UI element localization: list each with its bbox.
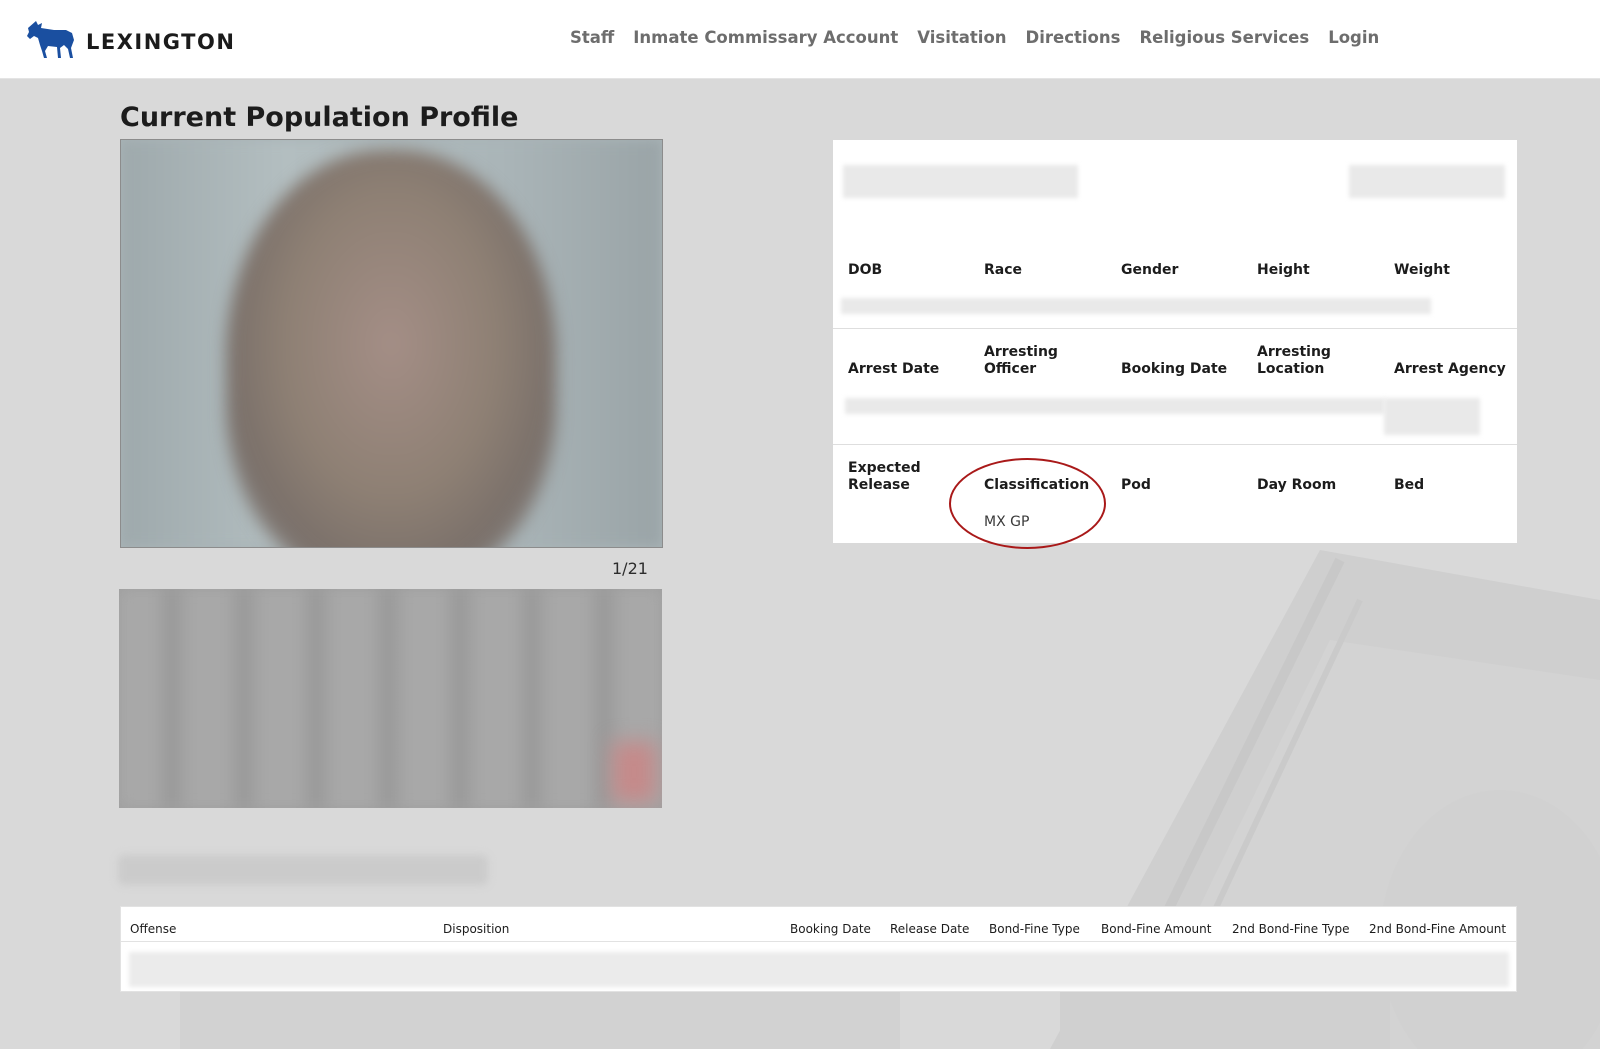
blurred-thumbnails — [119, 589, 662, 808]
nav-staff[interactable]: Staff — [570, 28, 614, 47]
nav-religious-services[interactable]: Religious Services — [1139, 28, 1309, 47]
row-divider — [833, 444, 1517, 445]
header-arrest-agency: Arrest Agency — [1394, 361, 1506, 377]
col-2nd-bond-fine-amount: 2nd Bond-Fine Amount — [1369, 922, 1507, 936]
nav-inmate-commissary-account[interactable]: Inmate Commissary Account — [633, 28, 898, 47]
blurred-thumbnail-accent — [612, 742, 656, 802]
redacted-name — [118, 855, 488, 885]
blurred-face — [226, 150, 556, 547]
header-arresting-officer: Arresting Officer — [984, 344, 1058, 377]
inmate-photo[interactable] — [120, 139, 663, 548]
col-bond-fine-amount: Bond-Fine Amount — [1101, 922, 1212, 936]
header-dob: DOB — [848, 262, 883, 278]
nav-login[interactable]: Login — [1328, 28, 1379, 47]
page-title: Current Population Profile — [120, 102, 519, 133]
col-offense: Offense — [130, 922, 177, 936]
redacted-row2-values — [845, 398, 1385, 414]
header-bed: Bed — [1394, 477, 1425, 493]
brand-name: LEXINGTON — [86, 30, 236, 54]
header-arrest-date: Arrest Date — [848, 361, 940, 377]
nav-visitation[interactable]: Visitation — [917, 28, 1006, 47]
col-disposition: Disposition — [443, 922, 510, 936]
photo-counter: 1/21 — [612, 559, 648, 578]
site-header: LEXINGTON Staff Inmate Commissary Accoun… — [0, 0, 1600, 79]
col-release-date: Release Date — [890, 922, 970, 936]
header-race: Race — [984, 262, 1023, 278]
header-booking-date: Booking Date — [1121, 361, 1228, 377]
header-pod: Pod — [1121, 477, 1151, 493]
site-logo[interactable]: LEXINGTON — [24, 18, 235, 66]
table-header-divider — [121, 941, 1516, 942]
header-height: Height — [1257, 262, 1310, 278]
header-expected-release: Expected Release — [848, 460, 921, 493]
redacted-table-row — [129, 952, 1509, 987]
offense-table: Offense Disposition Booking Date Release… — [120, 906, 1517, 992]
main-nav: Staff Inmate Commissary Account Visitati… — [570, 28, 1398, 47]
header-gender: Gender — [1121, 262, 1179, 278]
redacted-name-field — [843, 165, 1078, 198]
redacted-agency-value — [1384, 398, 1480, 435]
horse-icon — [24, 18, 76, 66]
photo-thumbnail-strip[interactable] — [119, 589, 662, 808]
row-divider — [833, 328, 1517, 329]
header-day-room: Day Room — [1257, 477, 1337, 493]
redacted-row1-values — [841, 298, 1431, 314]
header-arresting-location: Arresting Location — [1257, 344, 1331, 377]
col-booking-date: Booking Date — [790, 922, 871, 936]
redacted-id-field — [1349, 165, 1505, 198]
classification-highlight-circle — [949, 458, 1106, 549]
nav-directions[interactable]: Directions — [1026, 28, 1121, 47]
profile-details-card: DOB Race Gender Height Weight Arrest Dat… — [833, 140, 1517, 549]
col-bond-fine-type: Bond-Fine Type — [989, 922, 1080, 936]
header-weight: Weight — [1394, 262, 1450, 278]
col-2nd-bond-fine-type: 2nd Bond-Fine Type — [1232, 922, 1350, 936]
